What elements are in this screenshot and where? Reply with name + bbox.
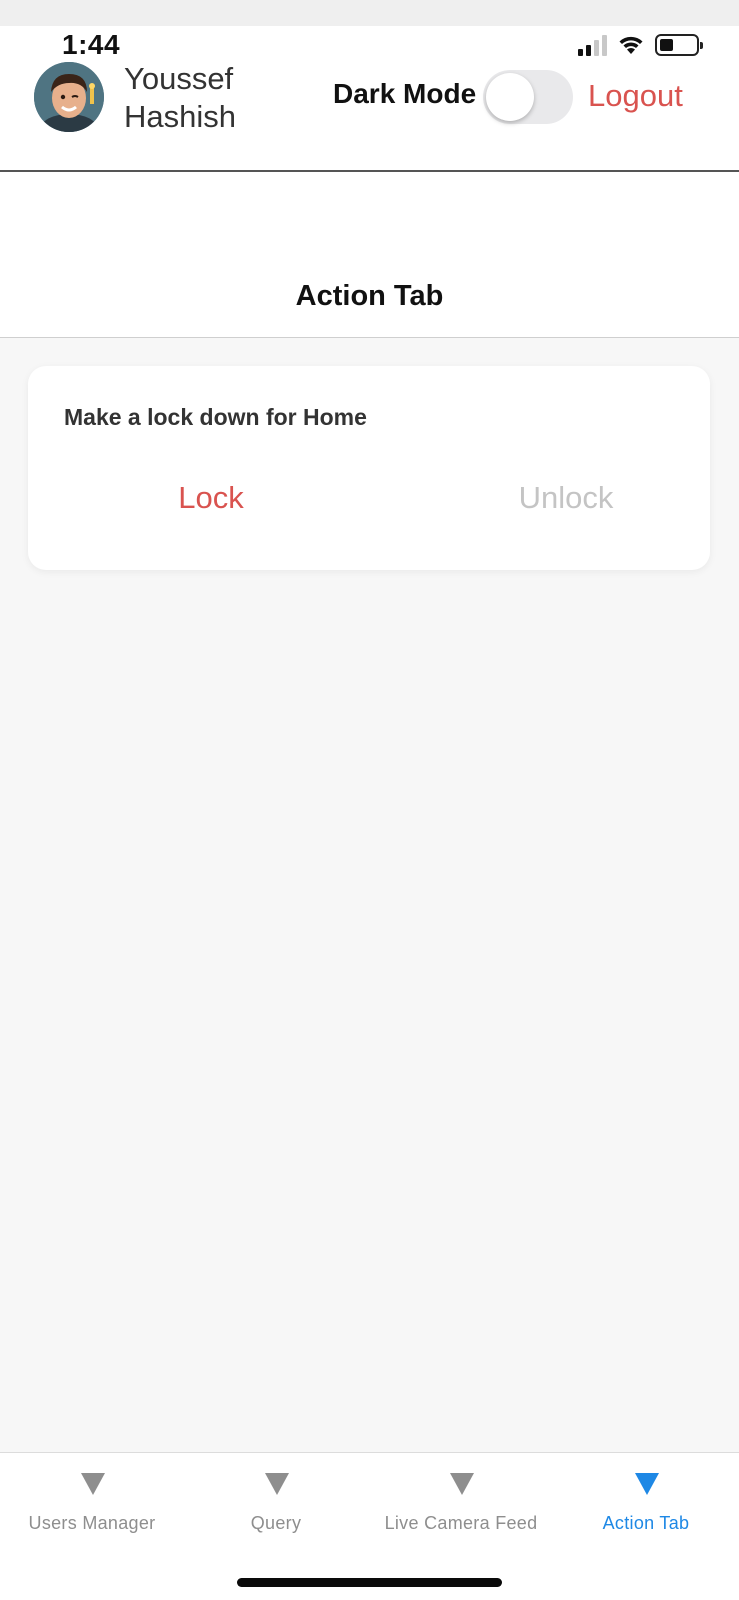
- status-icons: [578, 30, 703, 60]
- tab-action-tab[interactable]: Action Tab: [554, 1453, 738, 1563]
- page-title: Action Tab: [295, 280, 444, 312]
- cellular-signal-icon: [578, 34, 607, 56]
- toggle-knob: [486, 73, 534, 121]
- tab-live-camera-feed[interactable]: Live Camera Feed: [369, 1453, 553, 1563]
- app-header: 1:44 Youssef Hashish Dark Mode Logout: [0, 26, 739, 172]
- wifi-icon: [619, 36, 643, 54]
- triangle-down-icon: [81, 1473, 105, 1495]
- triangle-down-icon: [450, 1473, 474, 1495]
- tab-label: Query: [250, 1513, 302, 1533]
- unlock-button[interactable]: Unlock: [456, 480, 676, 516]
- tab-query[interactable]: Query: [184, 1453, 368, 1563]
- top-strip: [0, 0, 739, 26]
- lockdown-card-title: Make a lock down for Home: [64, 404, 367, 430]
- lock-button[interactable]: Lock: [101, 480, 321, 516]
- battery-icon: [655, 34, 703, 56]
- avatar[interactable]: [34, 62, 104, 132]
- triangle-down-icon: [265, 1473, 289, 1495]
- dark-mode-label: Dark Mode: [333, 78, 477, 109]
- status-time: 1:44: [62, 29, 121, 60]
- avatar-image: [34, 62, 104, 132]
- tab-label: Users Manager: [28, 1513, 156, 1533]
- tab-label: Live Camera Feed: [384, 1513, 538, 1533]
- tab-label: Action Tab: [602, 1513, 690, 1533]
- navigation-bar: Action Tab: [0, 172, 739, 338]
- app-screen: 1:44 Youssef Hashish Dark Mode Logout Ac…: [0, 0, 739, 1600]
- home-indicator: [237, 1578, 502, 1587]
- lockdown-card: Make a lock down for Home Lock Unlock: [28, 366, 710, 570]
- user-name: Youssef Hashish: [124, 61, 236, 134]
- tab-users-manager[interactable]: Users Manager: [0, 1453, 184, 1563]
- logout-button[interactable]: Logout: [588, 78, 683, 114]
- triangle-down-icon: [635, 1473, 659, 1495]
- dark-mode-toggle[interactable]: [483, 70, 573, 124]
